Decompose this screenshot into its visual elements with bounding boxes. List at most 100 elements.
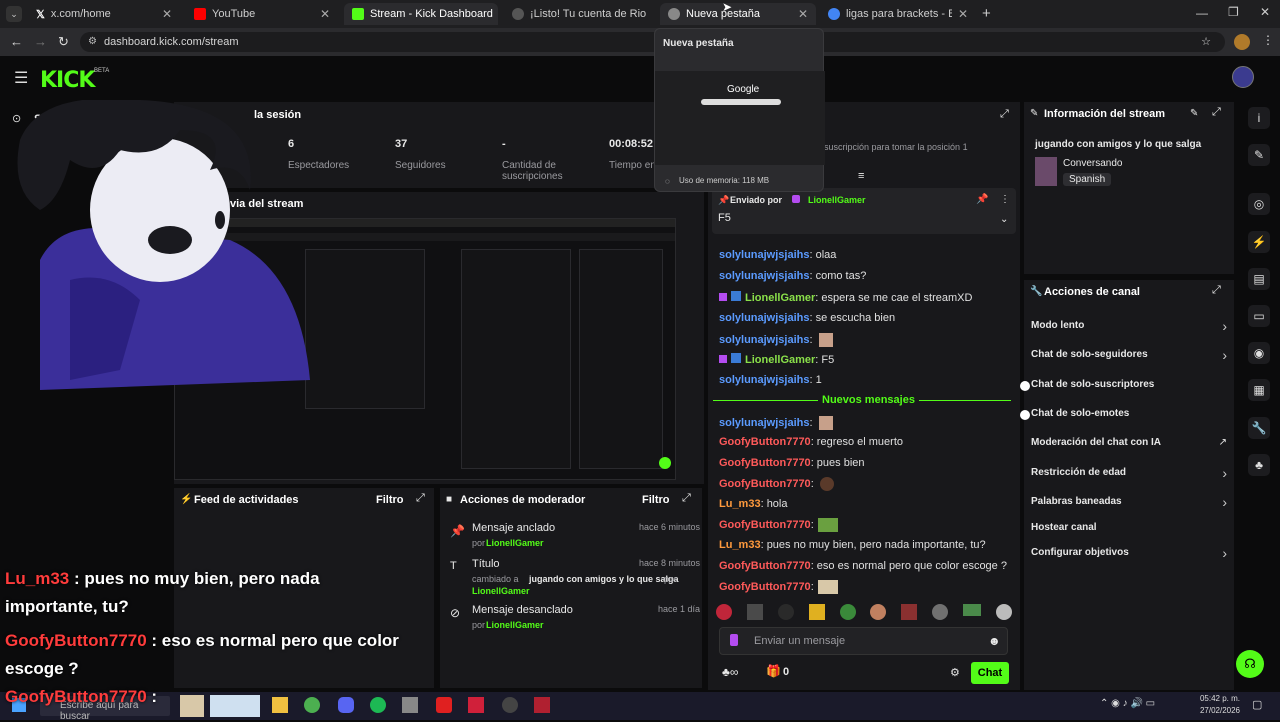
moderator-filter-button[interactable]: Filtro [642,494,670,506]
chat-username[interactable]: solylunajwjsjaihs [719,249,809,261]
emote-icon[interactable] [901,604,918,620]
kick-logo[interactable]: KICK [40,68,95,93]
collapse-icon[interactable]: ≡ [858,170,864,182]
action-goals[interactable]: Configurar objetivos › [1031,545,1227,563]
chat-username[interactable]: GoofyButton7770 [719,581,811,593]
emote-icon[interactable] [839,604,856,620]
points-icon[interactable]: ♣∞ [722,665,738,679]
pin-toggle-icon[interactable]: 📌 [976,194,988,205]
mod-item-user[interactable]: LionellGamer [486,538,544,548]
emote-icon[interactable] [808,604,825,620]
taskbar-app-icon[interactable] [534,697,550,713]
taskbar-app-icon[interactable] [436,697,452,713]
file-explorer-icon[interactable] [272,697,288,713]
mod-item-user[interactable]: LionellGamer [472,586,530,596]
popout-icon[interactable]: ⤢ [1000,108,1009,121]
close-icon[interactable]: ✕ [958,7,968,21]
chat-settings-icon[interactable]: ⚙ [950,666,960,679]
taskbar-app-icon[interactable] [502,697,518,713]
category-name[interactable]: Conversando [1063,158,1122,169]
emote-icon[interactable] [995,604,1012,620]
mod-item-user[interactable]: LionellGamer [486,620,544,630]
action-ai-moderation[interactable]: Moderación del chat con IA ↗ [1031,437,1227,453]
taskbar-app-icon[interactable] [180,695,204,717]
emote-icon[interactable] [716,604,732,620]
broadcast-icon[interactable]: ◉ [1248,342,1270,364]
chat-username[interactable]: GoofyButton7770 [719,519,811,531]
chat-username[interactable]: Lu_m33 [719,539,761,551]
popout-icon[interactable]: ⤢ [1212,284,1221,297]
chat-username[interactable]: GoofyButton7770 [719,436,811,448]
action-banned-words[interactable]: Palabras baneadas › [1031,494,1227,512]
capture-icon[interactable]: ◎ [1248,193,1270,215]
notification-icon[interactable]: ▢ [1252,698,1262,711]
popout-icon[interactable]: ⤢ [416,492,425,505]
discord-icon[interactable] [338,697,354,713]
emote-icon[interactable] [777,604,794,620]
layout-icon[interactable]: ▦ [1248,379,1270,401]
chat-username[interactable]: solylunajwjsjaihs [719,417,809,429]
tab-x[interactable]: 𝕏 x.com/home ✕ [28,3,180,25]
support-headset-button[interactable]: ☊ [1236,650,1264,678]
chat-username[interactable]: solylunajwjsjaihs [719,312,809,324]
edit-icon[interactable]: ✎ [1190,108,1198,119]
activity-filter-button[interactable]: Filtro [376,494,404,506]
reload-icon[interactable]: ↻ [58,34,69,50]
chat-username[interactable]: GoofyButton7770 [719,457,811,469]
info-icon[interactable]: i [1248,107,1270,129]
back-icon[interactable]: ← [10,34,23,49]
close-icon[interactable]: ✕ [162,7,172,21]
spotify-icon[interactable] [370,697,386,713]
url-field[interactable]: ⚙ dashboard.kick.com/stream ☆ [80,32,1225,52]
chat-username[interactable]: solylunajwjsjaihs [719,374,809,386]
edit-pencil-icon[interactable]: ✎ [1248,144,1270,166]
chat-username[interactable]: solylunajwjsjaihs [719,270,809,282]
window-close-button[interactable]: ✕ [1260,5,1270,19]
chat-username[interactable]: solylunajwjsjaihs [719,334,809,346]
valorant-icon[interactable] [468,697,484,713]
lightning-icon[interactable]: ⚡ [1248,231,1270,253]
chat-send-button[interactable]: Chat [971,662,1009,684]
emoji-icon[interactable]: ☻ [988,634,1001,648]
maximize-button[interactable]: ❐ [1228,5,1239,19]
chat-input[interactable]: Enviar un mensaje ☻ [719,627,1008,655]
taskbar-date[interactable]: 27/02/2026 [1196,706,1240,715]
tab-google-search[interactable]: ligas para brackets - Buscar con ✕ [820,3,976,25]
sparkle-icon[interactable]: ♣ [1248,454,1270,476]
browser-menu-icon[interactable]: ⋮ [1262,33,1274,47]
site-info-icon[interactable]: ⚙ [88,32,97,52]
tab-search-icon[interactable]: ⌄ [6,6,22,22]
chat-bubble-icon[interactable]: ▭ [1248,305,1270,327]
popout-icon[interactable]: ⤢ [682,492,691,505]
wrench-icon[interactable]: 🔧 [1248,417,1270,439]
chrome-taskbar-icon[interactable] [304,697,320,713]
taskbar-app-icon[interactable] [402,697,418,713]
action-followers-only[interactable]: Chat de solo-seguidores › [1031,347,1227,365]
emote-icon[interactable] [870,604,887,620]
bookmark-star-icon[interactable]: ☆ [1201,32,1211,52]
new-tab-button[interactable]: + [982,5,991,22]
pinned-user[interactable]: LionellGamer [808,195,866,205]
more-icon[interactable]: ⋮ [1000,194,1010,205]
chat-username[interactable]: LionellGamer [745,292,815,304]
tab-riot[interactable]: ¡Listo! Tu cuenta de Riot ya está [504,3,654,25]
emote-icon[interactable] [932,604,949,620]
emote-icon[interactable] [963,604,981,616]
document-icon[interactable]: ▤ [1248,268,1270,290]
pinned-message[interactable]: 📌 Enviado por LionellGamer F5 📌 ⋮ ⌄ [712,188,1016,234]
popout-icon[interactable]: ⤢ [1212,106,1221,119]
forward-icon[interactable]: → [34,34,47,49]
action-host-channel[interactable]: Hostear canal [1031,522,1227,538]
minimize-button[interactable]: — [1196,6,1208,20]
system-tray-icons[interactable]: ⌃ ◉ ♪ 🔊 ▭ [1100,698,1155,709]
chat-username[interactable]: LionellGamer [745,354,815,366]
profile-avatar[interactable] [1234,34,1250,50]
emote-icon[interactable] [746,604,763,620]
hamburger-menu-icon[interactable]: ☰ [14,68,28,88]
chat-username[interactable]: GoofyButton7770 [719,560,811,572]
taskbar-time[interactable]: 05:42 p. m. [1196,694,1240,703]
close-icon[interactable]: ✕ [320,7,330,21]
action-slow-mode[interactable]: Modo lento › [1031,318,1227,336]
tab-new-tab[interactable]: Nueva pestaña ✕ [660,3,816,25]
close-icon[interactable]: ✕ [798,7,808,21]
